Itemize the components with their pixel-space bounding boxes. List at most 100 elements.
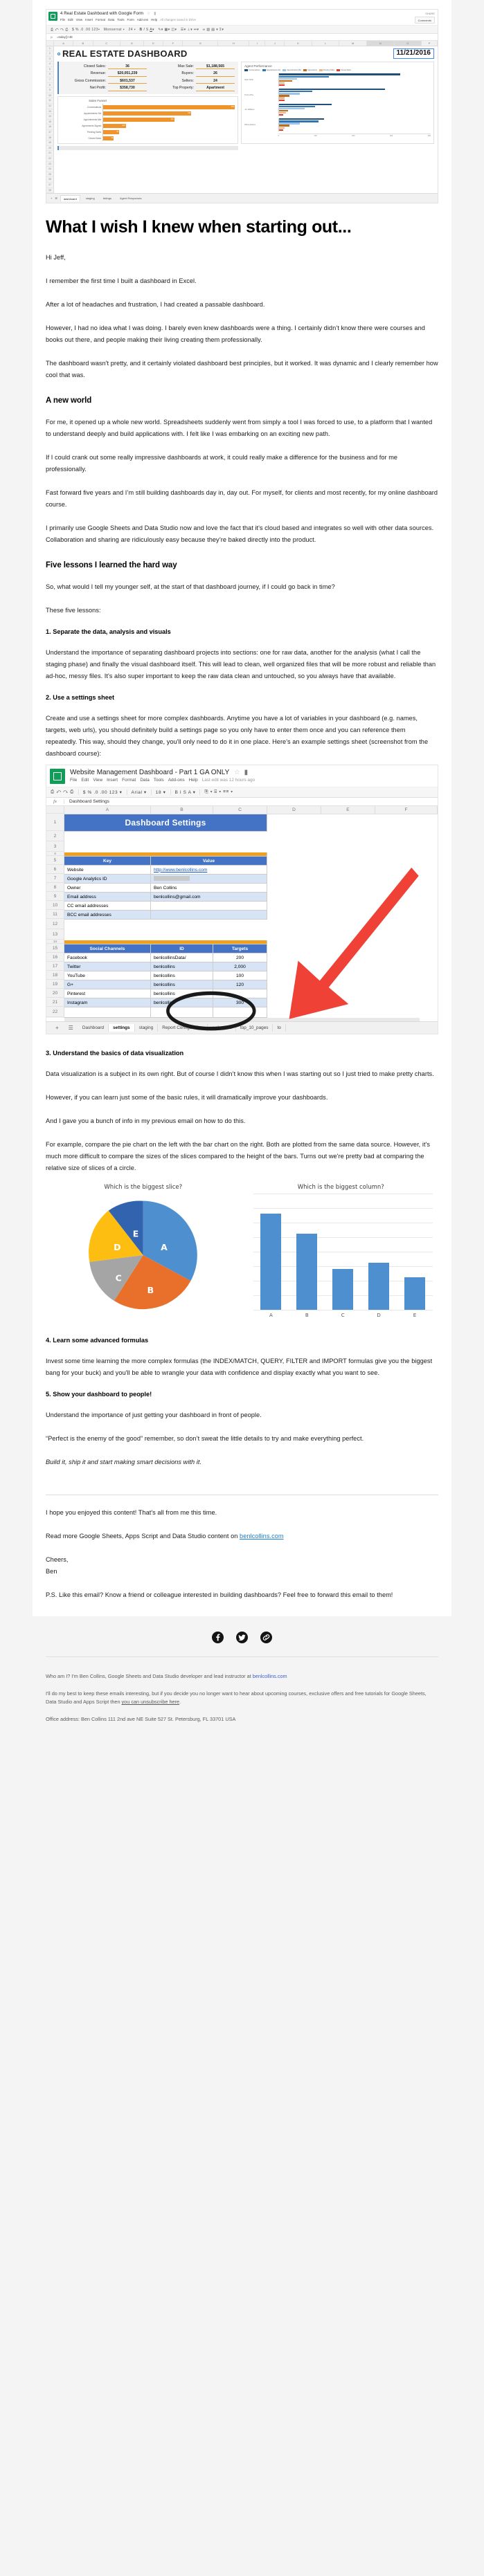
- axis-tick: 100: [314, 134, 317, 137]
- unsubscribe-link[interactable]: you can unsubscribe here: [122, 1699, 180, 1705]
- cell-key: Owner: [64, 883, 151, 893]
- benlcollins-link[interactable]: benlcollins.com: [240, 1533, 284, 1540]
- sheet-tab-web-data[interactable]: web_data: [208, 1023, 236, 1032]
- settings-sheet-screenshot[interactable]: Website Management Dashboard - Part 1 GA…: [46, 764, 438, 1034]
- menu-addons[interactable]: Add-ons: [137, 18, 148, 21]
- cell-id: benlcollinsData/: [151, 953, 213, 962]
- paragraph: However, I had no idea what I was doing.…: [46, 325, 425, 344]
- funnel-label: Closed Sales: [88, 136, 102, 140]
- kpi-label: Gross Commission:: [74, 78, 106, 83]
- funnel-label: Conversations: [87, 105, 102, 109]
- cell-key: Website: [64, 865, 151, 875]
- read-more-line: Read more Google Sheets, Apps Script and…: [46, 1531, 438, 1542]
- pie-label-a: A: [161, 1241, 168, 1252]
- settings-tab-bar[interactable]: + ☰ Dashboard settings staging Report Co…: [46, 1021, 438, 1034]
- footer-benlcollins-link[interactable]: benlcollins.com: [253, 1673, 287, 1679]
- bar-chart: Which is the biggest column? A B C D E: [244, 1184, 439, 1320]
- menu-form[interactable]: Form: [127, 18, 134, 21]
- greeting: Hi Jeff,: [46, 254, 66, 262]
- signoff-cheers: Cheers,: [46, 1555, 69, 1563]
- google-sheets-window: 4 Real Estate Dashboard with Google Form…: [46, 9, 438, 204]
- all-sheets-icon[interactable]: ☰: [64, 1025, 78, 1031]
- share-button[interactable]: SHARE: [415, 12, 435, 15]
- sheet-tab-staging[interactable]: staging: [83, 196, 98, 201]
- settings-menubar[interactable]: File Edit View Insert Format Data Tools Add-ons…: [70, 778, 259, 783]
- kpi-row: Revenue: $20,051,239 Buyers: 26: [62, 71, 235, 77]
- menu-help[interactable]: Help: [189, 778, 198, 783]
- toolbar-group-textstyle[interactable]: B I S A ▾: [171, 789, 201, 795]
- menu-format[interactable]: Format: [96, 18, 105, 21]
- sheet-tab-settings[interactable]: settings: [109, 1023, 135, 1032]
- hero-dashboard-screenshot[interactable]: 4 Real Estate Dashboard with Google Form…: [33, 0, 451, 204]
- sheet-tab-overflow[interactable]: to: [273, 1023, 286, 1032]
- toolbar-group-fontsize[interactable]: 18 ▾: [152, 789, 171, 795]
- menu-data[interactable]: Data: [140, 778, 150, 783]
- menu-insert[interactable]: Insert: [85, 18, 93, 21]
- toolbar-group-fill-borders[interactable]: ⎘ ▾ ⌸ ▾ ≡≡ ▾: [200, 789, 237, 795]
- lesson-1-title: 1. Separate the data, analysis and visua…: [46, 628, 171, 636]
- sheets-tab-bar[interactable]: + ☰ dashboard staging listings Agent Res…: [46, 193, 438, 203]
- sheets-row-numbers: 1 2 3 4 5 6 7 8 9 10 11 12 13 14 15 16 17 18 19 20 21 22 23 24 2…: [46, 46, 54, 194]
- cell-value-link[interactable]: http://www.benlcollins.com: [154, 868, 207, 873]
- closing-line: I hope you enjoyed this content! That's …: [46, 1508, 217, 1516]
- cell-channel: Twitter: [64, 962, 151, 971]
- facebook-icon[interactable]: [211, 1632, 224, 1644]
- legend-item: Appointments Set: [266, 69, 281, 72]
- sheets-formula-bar[interactable]: fx =today()+48: [46, 34, 438, 41]
- menu-tools[interactable]: Tools: [117, 18, 124, 21]
- menu-edit[interactable]: Edit: [68, 18, 73, 21]
- sheets-logo-icon: [48, 12, 57, 21]
- dashboard-date-cell[interactable]: 11/21/2016: [393, 48, 434, 59]
- axis-tick: 400: [427, 134, 431, 137]
- toolbar-group-font[interactable]: Arial ▾: [127, 789, 152, 795]
- star-icon[interactable]: ☆: [234, 769, 240, 776]
- x-tick-e: E: [413, 1312, 417, 1318]
- kpi-row: Gross Commission: $601,537 Sellers: 24: [62, 79, 235, 84]
- x-tick-a: A: [269, 1312, 273, 1318]
- menu-format[interactable]: Format: [122, 778, 136, 783]
- link-icon[interactable]: [260, 1632, 273, 1644]
- paragraph: For example, compare the pie chart on th…: [46, 1140, 431, 1171]
- add-sheet-icon[interactable]: +: [51, 197, 52, 200]
- menu-file[interactable]: File: [70, 778, 77, 783]
- paragraph: I primarily use Google Sheets and Data S…: [46, 524, 434, 544]
- sheet-tab-agent-responses[interactable]: Agent Responses: [117, 196, 145, 201]
- table-row: Facebook benlcollinsData/ 200: [64, 953, 438, 962]
- menu-view[interactable]: View: [76, 18, 82, 21]
- sheet-tab-dashboard[interactable]: Dashboard: [78, 1023, 109, 1032]
- bar-e: [404, 1277, 425, 1310]
- menu-edit[interactable]: Edit: [81, 778, 89, 783]
- menu-help[interactable]: Help: [151, 18, 157, 21]
- star-icon[interactable]: ☆: [147, 12, 150, 16]
- table-row: YouTube benlcollins 100: [64, 971, 438, 980]
- sheet-tab-top-10-pages[interactable]: top_10_pages: [236, 1023, 274, 1032]
- menu-insert[interactable]: Insert: [107, 778, 118, 783]
- folder-icon[interactable]: ▮: [154, 12, 156, 16]
- menu-file[interactable]: File: [60, 18, 65, 21]
- menu-data[interactable]: Data: [108, 18, 114, 21]
- toolbar-group-number[interactable]: $ % .0 .00 123 ▾: [79, 789, 127, 795]
- comments-button[interactable]: Comments: [414, 17, 435, 24]
- settings-toolbar[interactable]: ⎙ ↶ ↷ ⎙ $ % .0 .00 123 ▾ Arial ▾ 18 ▾ B …: [46, 786, 438, 798]
- table1-header-value: Value: [151, 856, 267, 866]
- section-heading-five-lessons: Five lessons I learned the hard way: [46, 561, 177, 570]
- all-sheets-icon[interactable]: ☰: [55, 197, 57, 200]
- sheets-toolbar[interactable]: ⎙ ↶ ↷ ⎙ $ % .0 .00 123▾ Monserrat ▾ 24 ▾…: [46, 25, 438, 35]
- pie-label-b: B: [147, 1285, 154, 1295]
- menu-view[interactable]: View: [93, 778, 102, 783]
- kpi-value: $20,051,239: [107, 71, 147, 77]
- folder-icon[interactable]: ▮: [244, 769, 249, 776]
- toolbar-group-undo[interactable]: ⎙ ↶ ↷ ⎙: [46, 789, 79, 795]
- menu-addons[interactable]: Add-ons: [168, 778, 185, 783]
- menu-tools[interactable]: Tools: [154, 778, 164, 783]
- sheet-tab-listings[interactable]: listings: [100, 196, 114, 201]
- sheet-tab-staging[interactable]: staging: [135, 1023, 159, 1032]
- sheets-menubar[interactable]: File Edit View Insert Format Data Tools Form Add…: [60, 18, 415, 22]
- funnel-value: 48: [111, 137, 114, 140]
- twitter-icon[interactable]: [236, 1632, 248, 1644]
- email-page: 4 Real Estate Dashboard with Google Form…: [0, 0, 484, 1737]
- add-sheet-icon[interactable]: +: [51, 1025, 64, 1031]
- sheet-tab-dashboard[interactable]: dashboard: [60, 195, 80, 202]
- sheet-tab-report-configuration[interactable]: Report Configuration: [158, 1023, 208, 1032]
- settings-formula-bar[interactable]: fx Dashboard Settings: [46, 798, 438, 806]
